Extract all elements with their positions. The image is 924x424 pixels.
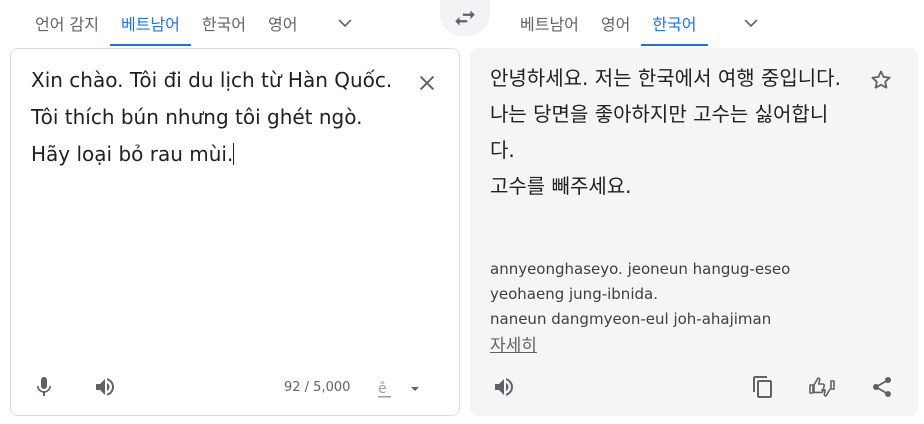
show-more-link[interactable]: 자세히 — [490, 331, 537, 356]
source-tab-detect[interactable]: 언어 감지 — [0, 0, 110, 46]
listen-translation-button[interactable] — [486, 369, 522, 405]
source-more-languages-button[interactable] — [330, 0, 360, 46]
share-icon — [873, 377, 891, 397]
speaker-icon — [495, 378, 513, 396]
translation-line: 나는 당면을 좋아하지만 고수는 싫어합니다. — [490, 102, 829, 162]
swap-arrows-icon — [455, 10, 475, 26]
romanization-line: naneun dangmyeon-eul joh-ahajiman — [490, 310, 772, 328]
character-count: 92 / 5,000 — [284, 380, 351, 395]
source-tab-english[interactable]: 영어 — [257, 0, 308, 46]
speaker-icon — [96, 378, 114, 396]
svg-text:ê: ê — [378, 381, 387, 397]
translation-line: 안녕하세요. 저는 한국에서 여행 중입니다. — [490, 66, 841, 90]
swap-languages-button[interactable] — [440, 0, 490, 36]
target-tab-korean[interactable]: 한국어 — [641, 0, 708, 46]
source-tab-korean[interactable]: 한국어 — [191, 0, 257, 46]
translation-output: 안녕하세요. 저는 한국에서 여행 중입니다. 나는 당면을 좋아하지만 고수는… — [490, 60, 850, 204]
translation-panel: 안녕하세요. 저는 한국에서 여행 중입니다. 나는 당면을 좋아하지만 고수는… — [470, 48, 918, 416]
target-more-languages-button[interactable] — [736, 0, 766, 46]
source-text-input[interactable]: Xin chào. Tôi đi du lịch từ Hàn Quốc. Tôi… — [31, 62, 411, 173]
romanization-line: yeohaeng jung-ibnida. — [490, 285, 658, 303]
source-language-bar: 언어 감지 베트남어 한국어 영어 — [0, 0, 420, 46]
clear-source-button[interactable] — [411, 67, 443, 99]
romanization-text: annyeonghaseyo. jeoneun hangug-eseo yeoh… — [490, 257, 850, 332]
keyboard-input-icon: ê — [378, 381, 391, 398]
target-tab-english[interactable]: 영어 — [590, 0, 641, 46]
voice-input-button[interactable] — [26, 369, 62, 405]
rate-translation-button[interactable] — [804, 369, 840, 405]
target-tab-vietnamese[interactable]: 베트남어 — [500, 0, 590, 46]
source-line: Hãy loại bỏ rau mùi. — [31, 142, 235, 166]
thumbs-feedback-icon — [809, 377, 835, 397]
copy-translation-button[interactable] — [745, 369, 781, 405]
source-line: Tôi thích bún nhưng tôi ghét ngò. — [31, 105, 363, 129]
target-language-bar: 베트남어 영어 한국어 — [500, 0, 924, 46]
source-text-panel: Xin chào. Tôi đi du lịch từ Hàn Quốc. Tôi… — [10, 48, 460, 416]
chevron-down-icon — [744, 19, 757, 28]
save-translation-button[interactable] — [865, 64, 897, 96]
romanization-line: annyeonghaseyo. jeoneun hangug-eseo — [490, 260, 791, 278]
close-icon — [419, 75, 435, 91]
translation-line: 고수를 빼주세요. — [490, 174, 632, 198]
caret-down-icon — [411, 387, 419, 391]
mic-icon — [37, 377, 51, 396]
chevron-down-icon — [339, 19, 352, 28]
source-tab-vietnamese[interactable]: 베트남어 — [109, 0, 191, 46]
listen-source-button[interactable] — [87, 369, 123, 405]
copy-icon — [753, 376, 772, 398]
input-tools-button[interactable]: ê — [376, 374, 436, 404]
share-translation-button[interactable] — [864, 369, 900, 405]
star-icon — [871, 70, 891, 89]
source-line: Xin chào. Tôi đi du lịch từ Hàn Quốc. — [31, 68, 393, 92]
text-caret — [233, 143, 235, 165]
